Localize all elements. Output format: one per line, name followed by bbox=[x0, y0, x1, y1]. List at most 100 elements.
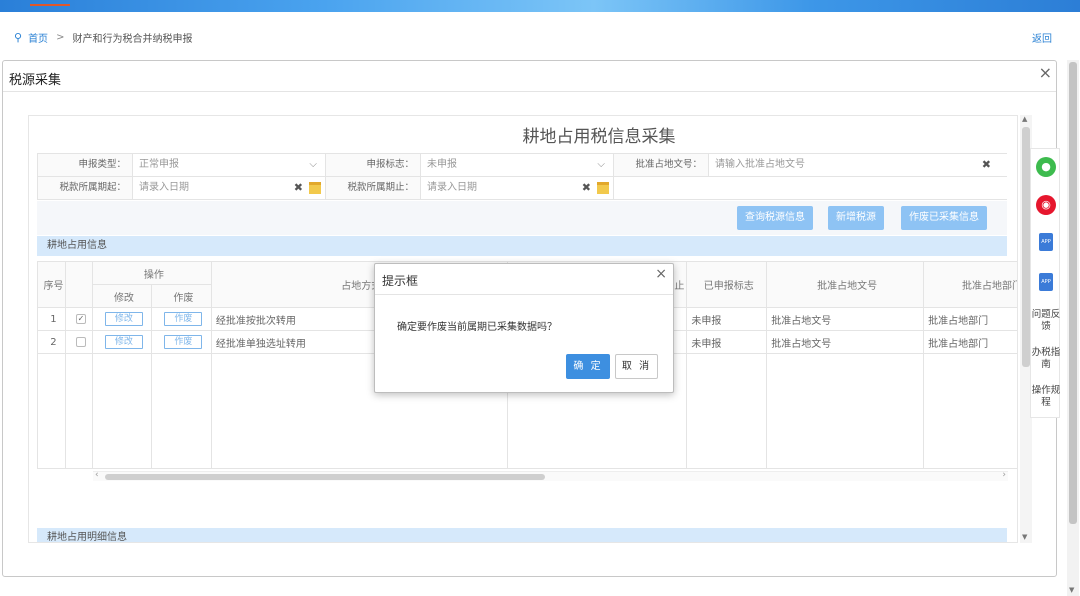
col-header-ops: 操作 bbox=[91, 261, 212, 285]
declare-flag-value: 未申报 bbox=[427, 159, 457, 170]
approval-doc-placeholder: 请输入批准占地文号 bbox=[715, 159, 805, 170]
feedback-link[interactable]: 问题反馈 bbox=[1031, 309, 1061, 333]
section-header-occupation: 耕地占用信息 bbox=[37, 236, 1007, 256]
scrollbar-thumb[interactable] bbox=[1022, 127, 1030, 367]
row-approval-dept: 批准占地部门 bbox=[923, 307, 1017, 331]
table-horizontal-scrollbar[interactable]: ‹ › bbox=[93, 470, 1008, 481]
period-start-label: 税款所属期起： bbox=[37, 177, 133, 199]
chevron-down-icon: ⌵ bbox=[309, 159, 317, 170]
section-header-occupation-detail: 耕地占用明细信息 bbox=[37, 528, 1007, 542]
edit-cell: 修改 bbox=[91, 307, 152, 331]
row-checkbox[interactable] bbox=[75, 336, 86, 347]
row-index: 2 bbox=[37, 330, 66, 354]
empty-cell bbox=[64, 353, 93, 469]
filter-form: 申报类型： 正常申报 ⌵ 申报标志： 未申报 ⌵ 批准占地文号： 请输入批准占地… bbox=[37, 153, 1007, 200]
breadcrumb-current: 财产和行为税合并纳税申报 bbox=[72, 34, 193, 45]
confirm-button[interactable]: 确 定 bbox=[566, 354, 610, 379]
cancel-button[interactable]: 取 消 bbox=[615, 354, 658, 379]
col-header-declared-flag: 已申报标志 bbox=[686, 261, 768, 308]
clear-icon[interactable]: ✖ bbox=[982, 154, 991, 176]
form-row-1: 申报类型： 正常申报 ⌵ 申报标志： 未申报 ⌵ 批准占地文号： 请输入批准占地… bbox=[37, 154, 1007, 177]
app-download-icon[interactable]: APP bbox=[1039, 233, 1053, 251]
close-icon[interactable]: × bbox=[1039, 63, 1052, 82]
declare-flag-label: 申报标志： bbox=[325, 154, 421, 176]
row-declared-flag: 未申报 bbox=[686, 330, 768, 354]
procedure-link[interactable]: 操作规程 bbox=[1031, 385, 1061, 409]
empty-cell bbox=[686, 353, 768, 469]
breadcrumb-bar: ⚲ 首页 > 财产和行为税合并纳税申报 返回 bbox=[0, 22, 1080, 50]
breadcrumb-separator: > bbox=[56, 32, 65, 43]
approval-doc-input[interactable]: 请输入批准占地文号 ✖ bbox=[709, 154, 999, 176]
period-end-placeholder: 请录入日期 bbox=[427, 182, 477, 193]
scroll-left-icon[interactable]: ‹ bbox=[95, 470, 99, 480]
form-title: 耕地占用税信息采集 bbox=[522, 127, 676, 147]
calendar-icon[interactable] bbox=[597, 182, 609, 194]
clear-icon[interactable]: ✖ bbox=[582, 177, 591, 199]
scrollbar-thumb[interactable] bbox=[105, 474, 545, 480]
col-header-approval-dept: 批准占地部门 bbox=[923, 261, 1017, 308]
void-collected-button[interactable]: 作废已采集信息 bbox=[901, 206, 987, 230]
top-banner bbox=[0, 0, 1080, 12]
col-header-index: 序号 bbox=[37, 261, 66, 308]
edit-row-button[interactable]: 修改 bbox=[104, 312, 143, 326]
add-tax-source-button[interactable]: 新增税源 bbox=[828, 206, 884, 230]
row-approval-dept: 批准占地部门 bbox=[923, 330, 1017, 354]
empty-cell bbox=[91, 353, 152, 469]
period-start-input[interactable]: 请录入日期 ✖ bbox=[133, 177, 325, 199]
row-checkbox-cell: ✓ bbox=[64, 307, 93, 331]
declare-type-select[interactable]: 正常申报 ⌵ bbox=[133, 154, 325, 176]
wechat-icon[interactable]: ● bbox=[1036, 157, 1056, 177]
void-row-button[interactable]: 作废 bbox=[164, 312, 203, 326]
action-bar: 查询税源信息 新增税源 作废已采集信息 bbox=[37, 201, 1007, 235]
period-start-placeholder: 请录入日期 bbox=[139, 182, 189, 193]
row-declared-flag: 未申报 bbox=[686, 307, 768, 331]
period-end-input[interactable]: 请录入日期 ✖ bbox=[421, 177, 613, 199]
back-link[interactable]: 返回 bbox=[1032, 30, 1052, 45]
query-tax-source-button[interactable]: 查询税源信息 bbox=[737, 206, 813, 230]
side-panel: ● ◉ APP APP 问题反馈 办税指南 操作规程 bbox=[1030, 148, 1060, 418]
clear-icon[interactable]: ✖ bbox=[294, 177, 303, 199]
row-approval-doc: 批准占地文号 bbox=[766, 307, 925, 331]
row-checkbox[interactable]: ✓ bbox=[75, 313, 86, 324]
form-row-2: 税款所属期起： 请录入日期 ✖ 税款所属期止： 请录入日期 ✖ bbox=[37, 177, 1007, 200]
scrollbar-thumb[interactable] bbox=[1069, 62, 1077, 524]
period-end-label: 税款所属期止： bbox=[325, 177, 421, 199]
row-index: 1 bbox=[37, 307, 66, 331]
window-divider bbox=[3, 91, 1056, 92]
declare-flag-select[interactable]: 未申报 ⌵ bbox=[421, 154, 613, 176]
empty-cell bbox=[37, 353, 66, 469]
empty-cell bbox=[923, 353, 1017, 469]
col-header-select bbox=[64, 261, 93, 308]
form-blank-cell bbox=[613, 177, 713, 199]
app-download-icon[interactable]: APP bbox=[1039, 273, 1053, 291]
col-header-approval-doc: 批准占地文号 bbox=[766, 261, 925, 308]
row-approval-doc: 批准占地文号 bbox=[766, 330, 925, 354]
empty-cell bbox=[766, 353, 925, 469]
scroll-up-icon[interactable]: ▲ bbox=[1022, 115, 1027, 123]
void-cell: 作废 bbox=[150, 330, 212, 354]
breadcrumb: ⚲ 首页 > 财产和行为税合并纳税申报 bbox=[14, 30, 192, 45]
empty-cell bbox=[150, 353, 212, 469]
declare-type-label: 申报类型： bbox=[37, 154, 133, 176]
declare-type-value: 正常申报 bbox=[139, 159, 179, 170]
confirm-dialog: 提示框 × 确定要作废当前属期已采集数据吗？ 确 定 取 消 bbox=[374, 263, 674, 393]
page-vertical-scrollbar[interactable]: ▼ bbox=[1067, 60, 1079, 596]
scroll-down-icon[interactable]: ▼ bbox=[1022, 533, 1027, 541]
edit-row-button[interactable]: 修改 bbox=[104, 335, 143, 349]
calendar-icon[interactable] bbox=[309, 182, 321, 194]
scroll-right-icon[interactable]: › bbox=[1002, 470, 1006, 480]
tax-guide-link[interactable]: 办税指南 bbox=[1031, 347, 1061, 371]
close-icon[interactable]: × bbox=[655, 266, 667, 282]
location-pin-icon: ⚲ bbox=[14, 31, 23, 44]
window-title: 税源采集 bbox=[9, 73, 62, 88]
edit-cell: 修改 bbox=[91, 330, 152, 354]
site-logo bbox=[30, 0, 70, 6]
scroll-down-icon[interactable]: ▼ bbox=[1069, 586, 1074, 594]
void-cell: 作废 bbox=[150, 307, 212, 331]
dialog-divider bbox=[375, 294, 673, 295]
void-row-button[interactable]: 作废 bbox=[164, 335, 203, 349]
breadcrumb-home-link[interactable]: 首页 bbox=[28, 30, 48, 45]
approval-doc-label: 批准占地文号： bbox=[613, 154, 709, 176]
weibo-icon[interactable]: ◉ bbox=[1036, 195, 1056, 215]
col-header-void: 作废 bbox=[150, 284, 212, 308]
